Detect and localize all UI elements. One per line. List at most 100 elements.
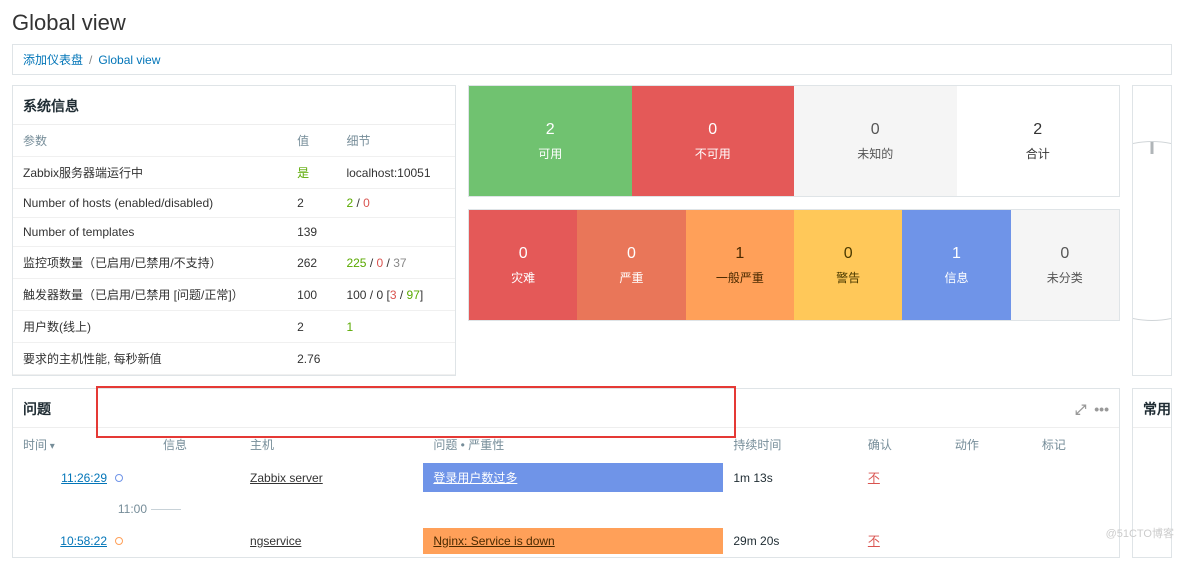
status-num: 1 (735, 245, 744, 263)
sysinfo-param: 用户数(线上) (13, 311, 287, 343)
problem-info (153, 524, 240, 557)
status-label: 合计 (1026, 145, 1050, 162)
problem-info (153, 461, 240, 494)
problem-duration: 1m 13s (723, 461, 858, 494)
status-label: 未知的 (857, 145, 893, 162)
sysinfo-row: 触发器数量（已启用/已禁用 [问题/正常]）100100 / 0 [3 / 97… (13, 279, 455, 311)
status-cell-合计[interactable]: 2 合计 (957, 86, 1120, 196)
col-detail: 细节 (336, 125, 455, 157)
sysinfo-detail: 2 / 0 (336, 189, 455, 218)
col-ack: 确认 (858, 428, 945, 461)
status-cell-警告[interactable]: 0警告 (794, 210, 902, 320)
status-cell-信息[interactable]: 1信息 (902, 210, 1010, 320)
system-info-table: 参数 值 细节 Zabbix服务器端运行中是localhost:10051Num… (13, 125, 455, 375)
status-num: 0 (627, 245, 636, 263)
sysinfo-detail: 225 / 0 / 37 (336, 247, 455, 279)
sysinfo-param: Zabbix服务器端运行中 (13, 157, 287, 189)
breadcrumb-current[interactable]: Global view (98, 53, 160, 67)
sysinfo-param: 触发器数量（已启用/已禁用 [问题/正常]） (13, 279, 287, 311)
problem-host[interactable]: ngservice (250, 534, 301, 548)
sysinfo-detail: 100 / 0 [3 / 97] (336, 279, 455, 311)
status-label: 严重 (619, 269, 643, 286)
problems-title: 问题 (23, 399, 51, 419)
sysinfo-value: 2 (287, 311, 336, 343)
more-icon[interactable]: ••• (1094, 401, 1109, 418)
problem-time[interactable]: 11:26:29 (61, 471, 107, 485)
col-info: 信息 (153, 428, 240, 461)
col-actions: 动作 (945, 428, 1032, 461)
status-num: 0 (871, 121, 880, 139)
sysinfo-param: Number of templates (13, 218, 287, 247)
col-problem: 问题 • 严重性 (423, 428, 723, 461)
page-title: Global view (0, 0, 1184, 44)
problem-tags (1032, 461, 1119, 494)
status-cell-灾难[interactable]: 0灾难 (469, 210, 577, 320)
status-num: 0 (519, 245, 528, 263)
col-param: 参数 (13, 125, 287, 157)
status-cell-一般严重[interactable]: 1 一般严重 (686, 210, 794, 320)
col-value: 值 (287, 125, 336, 157)
problem-row: 11:26:29 Zabbix server 登录用户数过多1m 13s 不 (13, 461, 1119, 494)
watermark: @51CTO博客 (1106, 525, 1174, 541)
problem-row: 10:58:22 ngservice Nginx: Service is down2… (13, 524, 1119, 557)
problem-duration: 29m 20s (723, 524, 858, 557)
breadcrumb-separator: / (89, 53, 92, 67)
sysinfo-row: Zabbix服务器端运行中是localhost:10051 (13, 157, 455, 189)
problem-actions (945, 461, 1032, 494)
sysinfo-param: 要求的主机性能, 每秒新值 (13, 343, 287, 375)
sysinfo-detail (336, 218, 455, 247)
problem-name[interactable]: Nginx: Service is down (423, 528, 723, 554)
breadcrumb: 添加仪表盘 / Global view (12, 44, 1172, 75)
problem-actions (945, 524, 1032, 557)
status-num: 2 (1033, 121, 1042, 139)
panel-system-info: 系统信息 参数 值 细节 Zabbix服务器端运行中是localhost:100… (12, 85, 456, 376)
sysinfo-param: 监控项数量（已启用/已禁用/不支持） (13, 247, 287, 279)
sysinfo-value: 100 (287, 279, 336, 311)
status-cell-不可用[interactable]: 0不可用 (632, 86, 795, 196)
sysinfo-value: 139 (287, 218, 336, 247)
sysinfo-value: 2 (287, 189, 336, 218)
status-num: 0 (844, 245, 853, 263)
col-tags: 标记 (1032, 428, 1119, 461)
problem-ack[interactable]: 不 (868, 471, 880, 485)
expand-icon[interactable]: ⤢ (1075, 401, 1086, 418)
sysinfo-row: Number of hosts (enabled/disabled)22 / 0 (13, 189, 455, 218)
status-num: 1 (952, 245, 961, 263)
timeline-dot (115, 474, 123, 482)
sysinfo-value: 262 (287, 247, 336, 279)
status-label: 未分类 (1047, 269, 1083, 286)
sysinfo-value: 2.76 (287, 343, 336, 375)
hosts-status-row: 2可用0不可用0未知的2合计 (468, 85, 1120, 197)
problem-host[interactable]: Zabbix server (250, 471, 323, 485)
status-cell-可用[interactable]: 2可用 (469, 86, 632, 196)
col-duration: 持续时间 (723, 428, 858, 461)
clock-face (1132, 141, 1172, 321)
panel-clock (1132, 85, 1172, 376)
sysinfo-detail: localhost:10051 (336, 157, 455, 189)
status-label: 一般严重 (716, 269, 764, 286)
status-label: 可用 (538, 145, 562, 162)
status-cell-严重[interactable]: 0 严重 (577, 210, 685, 320)
col-time[interactable]: 时间 (13, 428, 153, 461)
sysinfo-detail (336, 343, 455, 375)
problems-table: 时间 信息 主机 问题 • 严重性 持续时间 确认 动作 标记 11:26:29… (13, 428, 1119, 557)
sysinfo-row: 要求的主机性能, 每秒新值2.76 (13, 343, 455, 375)
problem-ack[interactable]: 不 (868, 534, 880, 548)
status-cell-未分类[interactable]: 0 未分类 (1011, 210, 1119, 320)
status-num: 0 (1060, 245, 1069, 263)
severity-status-row: 0灾难0严重1一般严重0警告1信息0未分类 (468, 209, 1120, 321)
time-marker: 11:00 (13, 494, 1119, 524)
problem-time[interactable]: 10:58:22 (60, 534, 107, 548)
col-host: 主机 (240, 428, 423, 461)
sysinfo-detail: 1 (336, 311, 455, 343)
status-blocks: 2可用0不可用0未知的2合计 0灾难0严重1一般严重0警告1信息0未分类 (468, 85, 1120, 376)
status-cell-未知的[interactable]: 0 未知的 (794, 86, 957, 196)
favorites-title: 常用的 (1133, 389, 1171, 428)
problem-name[interactable]: 登录用户数过多 (423, 463, 723, 492)
timeline-dot (115, 537, 123, 545)
sysinfo-row: Number of templates139 (13, 218, 455, 247)
sysinfo-value: 是 (287, 157, 336, 189)
panel-problems: 问题 ⤢ ••• 时间 信息 主机 问题 • 严重性 持续时间 确认 动作 (12, 388, 1120, 558)
breadcrumb-add-dashboard[interactable]: 添加仪表盘 (23, 51, 83, 68)
status-num: 0 (708, 121, 717, 139)
